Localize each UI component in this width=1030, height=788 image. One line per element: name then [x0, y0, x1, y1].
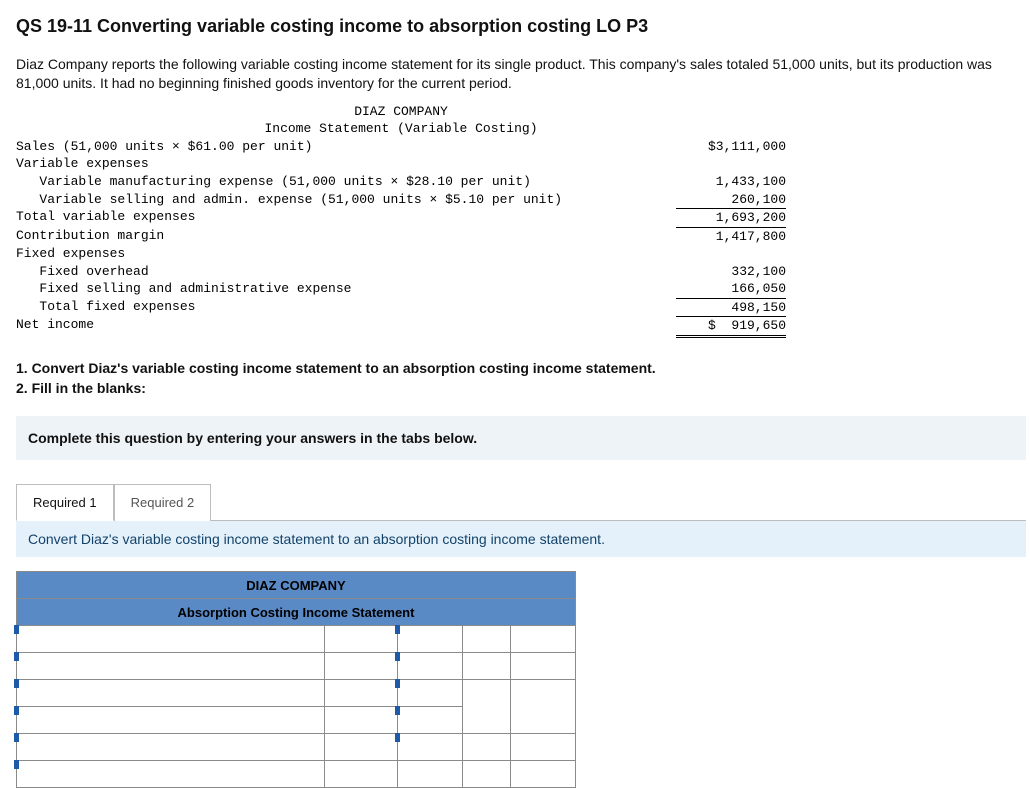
answer-table: DIAZ COMPANY Absorption Costing Income S… — [16, 571, 576, 788]
ans-cell[interactable] — [324, 761, 398, 788]
tfe-value: 498,150 — [676, 298, 786, 317]
ans-cell[interactable] — [17, 734, 325, 761]
ans-cell[interactable] — [324, 653, 398, 680]
varsell-value: 260,100 — [676, 191, 786, 209]
drag-handle-icon[interactable] — [395, 706, 400, 715]
stmt-heading: Income Statement (Variable Costing) — [16, 120, 786, 138]
ans-cell[interactable] — [510, 626, 575, 653]
intro-text: Diaz Company reports the following varia… — [16, 55, 1014, 93]
foh-value: 332,100 — [676, 263, 786, 281]
ans-cell[interactable] — [324, 734, 398, 761]
ans-cell[interactable] — [510, 734, 575, 761]
cm-value: 1,417,800 — [676, 227, 786, 246]
income-statement: DIAZ COMPANY Income Statement (Variable … — [16, 103, 786, 338]
instruction-bar: Complete this question by entering your … — [16, 416, 1026, 460]
varsell-label: Variable selling and admin. expense (51,… — [16, 191, 676, 209]
drag-handle-icon[interactable] — [14, 760, 19, 769]
tab-required-1[interactable]: Required 1 — [16, 484, 114, 521]
tab-required-2[interactable]: Required 2 — [114, 484, 212, 521]
varmfg-value: 1,433,100 — [676, 173, 786, 191]
ans-cell[interactable] — [463, 734, 511, 761]
ans-cell[interactable] — [324, 626, 398, 653]
ans-cell[interactable] — [463, 626, 511, 653]
ans-cell[interactable] — [510, 653, 575, 680]
ans-cell[interactable] — [17, 653, 325, 680]
ans-cell[interactable] — [398, 734, 463, 761]
ans-cell[interactable] — [324, 707, 398, 734]
ans-cell[interactable] — [510, 680, 575, 734]
fsa-value: 166,050 — [676, 280, 786, 298]
drag-handle-icon[interactable] — [14, 733, 19, 742]
task-2: 2. Fill in the blanks: — [16, 380, 146, 396]
drag-handle-icon[interactable] — [14, 706, 19, 715]
page-title: QS 19-11 Converting variable costing inc… — [16, 16, 1014, 37]
tabs: Required 1 Required 2 — [16, 484, 1026, 521]
drag-handle-icon[interactable] — [14, 679, 19, 688]
ans-cell[interactable] — [463, 680, 511, 734]
sub-instruction: Convert Diaz's variable costing income s… — [16, 521, 1026, 557]
varexp-header: Variable expenses — [16, 155, 676, 173]
drag-handle-icon[interactable] — [395, 679, 400, 688]
drag-handle-icon[interactable] — [395, 652, 400, 661]
ans-cell[interactable] — [463, 653, 511, 680]
task-list: 1. Convert Diaz's variable costing incom… — [16, 358, 1014, 399]
foh-label: Fixed overhead — [16, 263, 676, 281]
fixexp-header: Fixed expenses — [16, 245, 676, 263]
ans-header-company: DIAZ COMPANY — [17, 572, 576, 599]
drag-handle-icon[interactable] — [395, 733, 400, 742]
ni-value: $ 919,650 — [676, 316, 786, 338]
cm-label: Contribution margin — [16, 227, 676, 246]
ans-cell[interactable] — [17, 761, 325, 788]
ans-cell[interactable] — [398, 680, 463, 707]
sales-value: $3,111,000 — [676, 138, 786, 156]
tve-value: 1,693,200 — [676, 208, 786, 227]
drag-handle-icon[interactable] — [14, 625, 19, 634]
varmfg-label: Variable manufacturing expense (51,000 u… — [16, 173, 676, 191]
ans-cell[interactable] — [398, 761, 463, 788]
ans-cell[interactable] — [17, 626, 325, 653]
ans-header-title: Absorption Costing Income Statement — [17, 599, 576, 626]
ans-cell[interactable] — [463, 761, 511, 788]
sales-label: Sales (51,000 units × $61.00 per unit) — [16, 138, 676, 156]
tve-label: Total variable expenses — [16, 208, 676, 227]
drag-handle-icon[interactable] — [14, 652, 19, 661]
stmt-company: DIAZ COMPANY — [16, 103, 786, 121]
ans-cell[interactable] — [510, 761, 575, 788]
ans-cell[interactable] — [398, 707, 463, 734]
ans-cell[interactable] — [398, 653, 463, 680]
ni-label: Net income — [16, 316, 676, 338]
task-1: 1. Convert Diaz's variable costing incom… — [16, 360, 656, 376]
ans-cell[interactable] — [398, 626, 463, 653]
ans-cell[interactable] — [17, 707, 325, 734]
drag-handle-icon[interactable] — [395, 625, 400, 634]
ans-cell[interactable] — [324, 680, 398, 707]
fsa-label: Fixed selling and administrative expense — [16, 280, 676, 298]
ans-cell[interactable] — [17, 680, 325, 707]
tfe-label: Total fixed expenses — [16, 298, 676, 317]
